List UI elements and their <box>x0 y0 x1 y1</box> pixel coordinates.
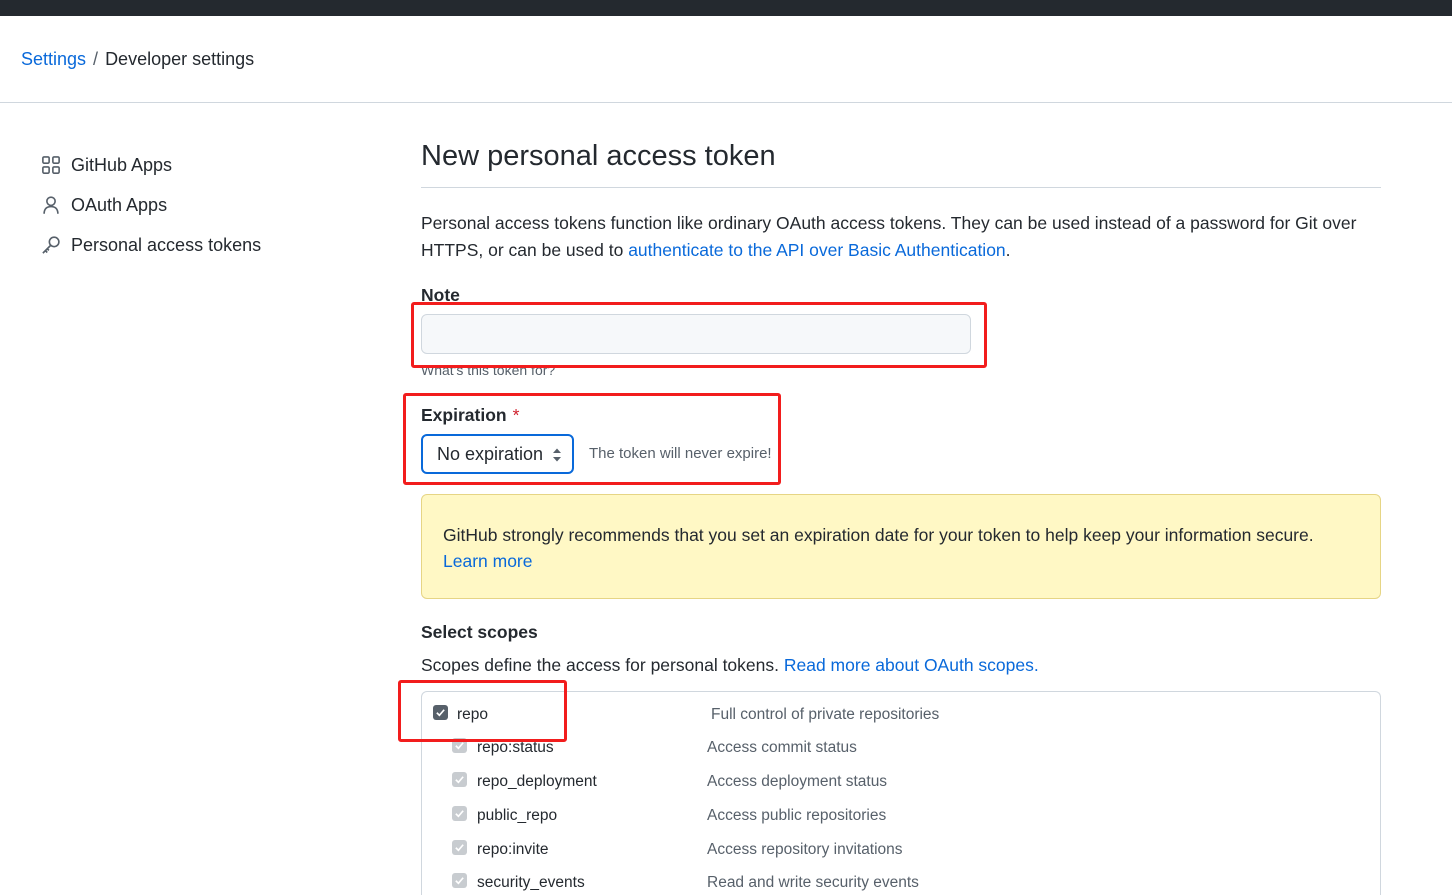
check-icon <box>455 844 464 852</box>
expiration-selected-value: No expiration <box>437 443 544 464</box>
select-arrows-icon <box>553 448 561 462</box>
scope-name: repo:invite <box>477 841 549 858</box>
sidebar-item-oauth-apps[interactable]: OAuth Apps <box>40 185 360 225</box>
note-input[interactable] <box>421 314 971 354</box>
scope-row-repo: repo Full control of private repositorie… <box>422 700 1382 730</box>
warning-text: GitHub strongly recommends that you set … <box>443 525 1314 545</box>
check-icon <box>455 776 464 784</box>
repo-invite-checkbox[interactable] <box>452 840 467 855</box>
page-title: New personal access token <box>421 130 1381 188</box>
expiration-hint: The token will never expire! <box>589 445 772 462</box>
breadcrumb: Settings / Developer settings <box>0 16 1452 103</box>
main-content: New personal access token Personal acces… <box>421 130 1381 895</box>
security-events-checkbox[interactable] <box>452 873 467 888</box>
scope-desc: Read and write security events <box>707 874 919 891</box>
person-icon <box>40 194 62 216</box>
scope-name: repo <box>457 706 489 723</box>
scope-row-security-events: security_events Read and write security … <box>422 868 1382 895</box>
scope-desc: Access deployment status <box>707 773 888 790</box>
key-icon <box>40 234 62 256</box>
expiration-label: Expiration * <box>421 405 519 426</box>
scopes-description: Scopes define the access for personal to… <box>421 655 1039 676</box>
note-label: Note <box>421 285 460 305</box>
scope-row-repo-invite: repo:invite Access repository invitation… <box>422 835 1382 865</box>
check-icon <box>455 810 464 818</box>
basic-auth-link[interactable]: authenticate to the API over Basic Authe… <box>628 240 1005 260</box>
intro-text: Personal access tokens function like ord… <box>421 210 1361 264</box>
scope-name: repo_deployment <box>477 773 597 790</box>
public-repo-checkbox[interactable] <box>452 806 467 821</box>
top-header-bar <box>0 0 1452 16</box>
scope-desc: Access commit status <box>707 739 857 756</box>
sidebar-item-label: OAuth Apps <box>71 194 168 215</box>
scopes-list: repo Full control of private repositorie… <box>421 691 1381 895</box>
required-mark: * <box>512 405 520 425</box>
scopes-title: Select scopes <box>421 622 538 642</box>
breadcrumb-current: Developer settings <box>105 48 255 69</box>
scopes-desc-text: Scopes define the access for personal to… <box>421 655 784 675</box>
scope-row-public-repo: public_repo Access public repositories <box>422 801 1382 831</box>
oauth-scopes-link[interactable]: Read more about OAuth scopes. <box>784 655 1039 675</box>
breadcrumb-settings-link[interactable]: Settings <box>21 49 86 70</box>
note-hint: What's this token for? <box>421 362 556 378</box>
apps-icon <box>40 154 62 176</box>
breadcrumb-separator: / <box>93 48 99 69</box>
scope-desc: Full control of private repositories <box>711 706 940 723</box>
scope-row-repo-status: repo:status Access commit status <box>422 733 1382 763</box>
sidebar-item-label: GitHub Apps <box>71 154 173 175</box>
sidebar-item-personal-access-tokens[interactable]: Personal access tokens <box>40 225 360 265</box>
sidebar-item-github-apps[interactable]: GitHub Apps <box>40 145 360 185</box>
expiration-select[interactable]: No expiration <box>421 434 574 474</box>
scope-name: security_events <box>477 874 585 891</box>
repo-deployment-checkbox[interactable] <box>452 772 467 787</box>
scope-row-repo-deployment: repo_deployment Access deployment status <box>422 767 1382 797</box>
sidebar-item-label: Personal access tokens <box>71 234 262 255</box>
repo-status-checkbox[interactable] <box>452 738 467 753</box>
repo-checkbox[interactable] <box>433 705 448 720</box>
scope-name: public_repo <box>477 807 558 824</box>
scope-desc: Access repository invitations <box>707 841 903 858</box>
check-icon <box>455 742 464 750</box>
expiration-label-text: Expiration <box>421 405 507 425</box>
check-icon <box>455 877 464 885</box>
intro-end: . <box>1005 240 1011 260</box>
learn-more-link[interactable]: Learn more <box>443 551 533 571</box>
check-icon <box>436 709 445 717</box>
scope-name: repo:status <box>477 739 554 756</box>
sidebar: GitHub Apps OAuth Apps Personal access t… <box>40 145 360 265</box>
scope-desc: Access public repositories <box>707 807 887 824</box>
expiration-warning: GitHub strongly recommends that you set … <box>421 494 1381 599</box>
